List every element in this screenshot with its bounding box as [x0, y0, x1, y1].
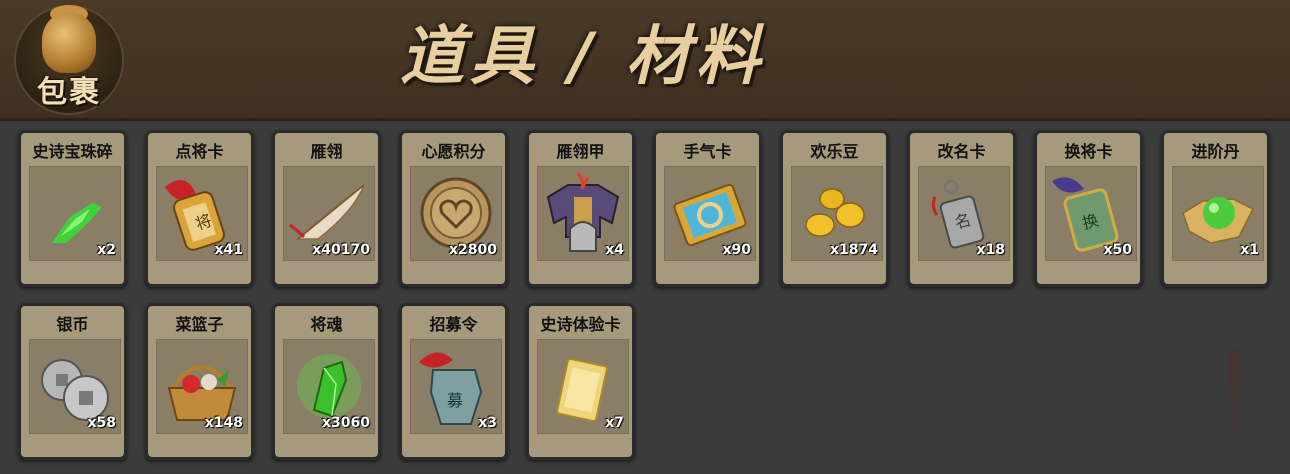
item-name: 雁翎	[310, 142, 343, 161]
item-qty: x41	[214, 242, 243, 258]
item-name: 银币	[56, 315, 89, 334]
item-card[interactable]: 进阶丹 x1	[1161, 130, 1270, 287]
item-card[interactable]: 点将卡 将 x41	[145, 130, 254, 287]
item-card[interactable]: 心愿积分 x2800	[399, 130, 508, 287]
item-card[interactable]: 换将卡 换 x50	[1034, 130, 1143, 287]
page-title: 道具 / 材料	[400, 19, 766, 94]
item-card[interactable]: 雁翎 x40170	[272, 130, 381, 287]
item-slot: x2800	[410, 166, 502, 261]
item-qty: x58	[87, 415, 116, 431]
item-name: 点将卡	[175, 142, 224, 161]
item-name: 史诗宝珠碎	[32, 142, 113, 161]
item-name: 欢乐豆	[810, 142, 859, 161]
item-name: 招募令	[429, 315, 478, 334]
item-name: 菜篮子	[175, 315, 224, 334]
item-slot: x2	[29, 166, 121, 261]
item-slot: 换 x50	[1045, 166, 1137, 261]
item-name: 改名卡	[937, 142, 986, 161]
item-qty: x2800	[449, 242, 497, 258]
item-qty: x3	[478, 415, 497, 431]
item-slot: x40170	[283, 166, 375, 261]
item-slot: 募 x3	[410, 339, 502, 434]
item-slot: x7	[537, 339, 629, 434]
item-name: 手气卡	[683, 142, 732, 161]
inventory-grid: 史诗宝珠碎 x2 点将卡 将 x41 雁翎 x40170 心愿积分 x2800 …	[18, 130, 1270, 460]
item-card[interactable]: 银币 x58	[18, 303, 127, 460]
item-qty: x90	[722, 242, 751, 258]
item-qty: x148	[204, 415, 243, 431]
header-bar: 包裹 道具 / 材料	[0, 0, 1290, 121]
item-qty: x7	[605, 415, 624, 431]
item-slot: x90	[664, 166, 756, 261]
item-card[interactable]: 改名卡 名 x18	[907, 130, 1016, 287]
item-qty: x18	[976, 242, 1005, 258]
item-name: 史诗体验卡	[540, 315, 621, 334]
item-name: 心愿积分	[421, 142, 486, 161]
item-name: 进阶丹	[1191, 142, 1240, 161]
item-qty: x1	[1240, 242, 1259, 258]
item-card[interactable]: 雁翎甲 x4	[526, 130, 635, 287]
bag-label: 包裹	[37, 75, 101, 110]
item-slot: x3060	[283, 339, 375, 434]
item-card[interactable]: 菜篮子 x148	[145, 303, 254, 460]
item-qty: x3060	[322, 415, 370, 431]
item-slot: x1874	[791, 166, 883, 261]
bag-tab-button[interactable]: 包裹	[14, 5, 124, 115]
item-slot: x1	[1172, 166, 1264, 261]
bag-icon	[42, 13, 96, 73]
item-card[interactable]: 手气卡 x90	[653, 130, 762, 287]
item-name: 将魂	[310, 315, 343, 334]
item-card[interactable]: 史诗体验卡 x7	[526, 303, 635, 460]
background-decoration	[1230, 350, 1240, 450]
item-qty: x40170	[312, 242, 370, 258]
item-name: 雁翎甲	[556, 142, 605, 161]
item-name: 换将卡	[1064, 142, 1113, 161]
item-card[interactable]: 欢乐豆 x1874	[780, 130, 889, 287]
item-slot: 名 x18	[918, 166, 1010, 261]
item-slot: x58	[29, 339, 121, 434]
item-card[interactable]: 史诗宝珠碎 x2	[18, 130, 127, 287]
item-slot: 将 x41	[156, 166, 248, 261]
item-slot: x148	[156, 339, 248, 434]
item-qty: x2	[97, 242, 116, 258]
item-qty: x4	[605, 242, 624, 258]
item-slot: x4	[537, 166, 629, 261]
item-card[interactable]: 招募令 募 x3	[399, 303, 508, 460]
item-card[interactable]: 将魂 x3060	[272, 303, 381, 460]
item-qty: x1874	[830, 242, 878, 258]
svg-text:募: 募	[447, 391, 463, 410]
item-qty: x50	[1103, 242, 1132, 258]
